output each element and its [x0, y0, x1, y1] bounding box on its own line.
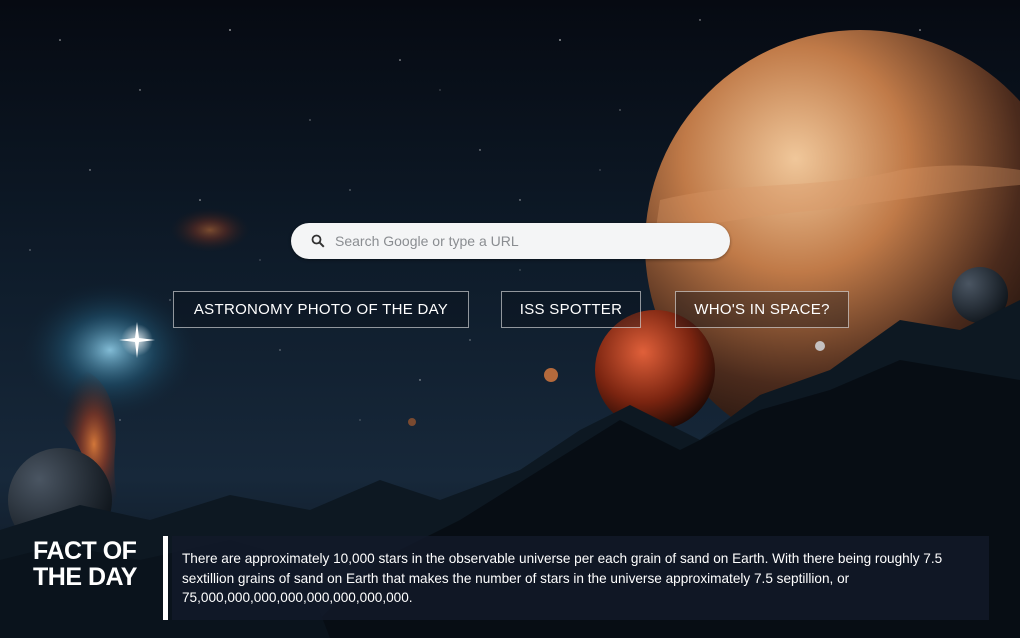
fact-text: There are approximately 10,000 stars in …: [182, 551, 943, 605]
fact-of-the-day-panel: FACT OF THE DAY There are approximately …: [0, 532, 1020, 624]
search-icon: [311, 233, 327, 249]
whos-in-space-button[interactable]: WHO'S IN SPACE?: [675, 291, 849, 328]
astronomy-photo-of-the-day-button[interactable]: ASTRONOMY PHOTO OF THE DAY: [173, 291, 469, 328]
fact-divider: [163, 536, 168, 620]
fact-heading-line1: FACT OF: [33, 537, 137, 565]
fact-heading: FACT OF THE DAY: [33, 538, 157, 590]
fact-box: There are approximately 10,000 stars in …: [172, 536, 989, 620]
fact-heading-line2: THE DAY: [33, 563, 137, 591]
iss-spotter-button[interactable]: ISS SPOTTER: [501, 291, 641, 328]
search-input[interactable]: [335, 223, 714, 259]
search-bar[interactable]: [291, 223, 730, 259]
